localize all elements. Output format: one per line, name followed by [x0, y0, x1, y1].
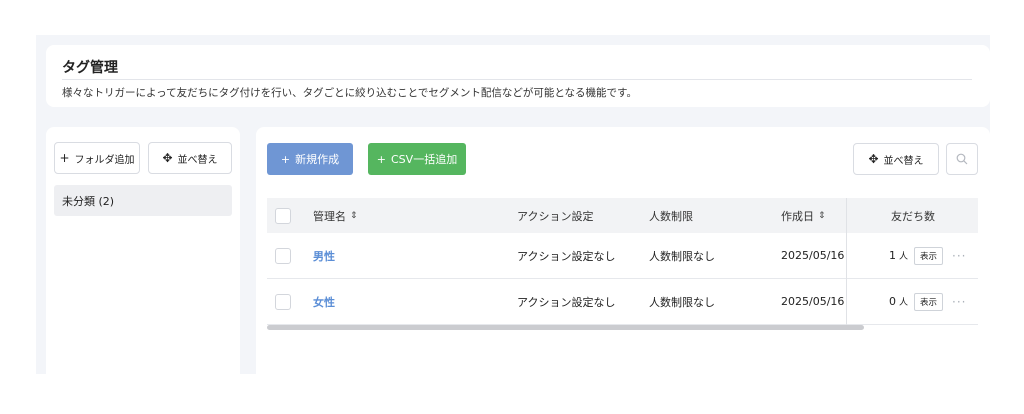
- plus-icon: +: [280, 152, 291, 166]
- app-shell: タグ管理 様々なトリガーによって友だちにタグ付けを行い、タグごとに絞り込むことで…: [36, 35, 990, 374]
- move-icon: ✥: [162, 151, 173, 165]
- tag-name-link[interactable]: 男性: [313, 233, 335, 278]
- search-icon: [956, 153, 968, 165]
- csv-bulk-add-label: CSV一括追加: [391, 153, 458, 166]
- plus-icon: +: [59, 151, 70, 165]
- friend-count-unit: 人: [899, 252, 909, 262]
- more-options-icon[interactable]: ···: [952, 295, 966, 309]
- sidebar-sort-button[interactable]: ✥ 並べ替え: [148, 142, 232, 174]
- column-header-name[interactable]: 管理名 ⇕: [313, 198, 358, 233]
- folder-item-uncategorized[interactable]: 未分類 (2): [54, 185, 232, 216]
- column-header-friends: 友だち数: [891, 209, 935, 223]
- limit-cell: 人数制限なし: [649, 249, 715, 263]
- row-checkbox[interactable]: [275, 293, 291, 310]
- page-title: タグ管理: [62, 60, 118, 76]
- column-header-name-label: 管理名: [313, 209, 346, 223]
- view-friends-button[interactable]: 表示: [914, 292, 944, 311]
- csv-bulk-add-button[interactable]: + CSV一括追加: [368, 143, 466, 175]
- header-checkbox-cell: [275, 198, 291, 233]
- new-tag-button[interactable]: + 新規作成: [267, 143, 353, 175]
- friend-count-cell: 1 人 表示 ···: [889, 233, 966, 278]
- column-header-action: アクション設定: [517, 209, 594, 223]
- add-folder-button[interactable]: + フォルダ追加: [54, 142, 140, 174]
- tag-list-panel: + 新規作成 + CSV一括追加 ✥ 並べ替え 管理名 ⇕ アクション設定 人数…: [256, 127, 990, 374]
- row-checkbox-cell: [275, 233, 291, 278]
- horizontal-scrollbar[interactable]: [267, 325, 864, 330]
- folder-sidebar: + フォルダ追加 ✥ 並べ替え 未分類 (2): [46, 127, 240, 374]
- friend-count-unit: 人: [899, 298, 909, 308]
- table-sort-button[interactable]: ✥ 並べ替え: [853, 143, 939, 175]
- header-divider: [62, 79, 972, 80]
- row-checkbox-cell: [275, 279, 291, 324]
- move-icon: ✥: [868, 152, 879, 166]
- action-setting-cell: アクション設定なし: [517, 295, 616, 309]
- created-date-cell: 2025/05/16: [781, 295, 845, 308]
- action-setting-cell: アクション設定なし: [517, 249, 616, 263]
- row-checkbox[interactable]: [275, 247, 291, 264]
- friend-count: 1: [889, 249, 896, 262]
- friend-count-cell: 0 人 表示 ···: [889, 279, 966, 324]
- sticky-column-divider: [846, 198, 847, 326]
- column-header-created-label: 作成日: [781, 209, 814, 223]
- sort-icon: ⇕: [350, 210, 358, 221]
- tag-name-link[interactable]: 女性: [313, 279, 335, 324]
- limit-cell: 人数制限なし: [649, 295, 715, 309]
- select-all-checkbox[interactable]: [275, 207, 291, 224]
- table-row: 男性 アクション設定なし 人数制限なし 2025/05/16 1 人 表示 ··…: [267, 233, 978, 279]
- new-tag-label: 新規作成: [295, 153, 340, 166]
- column-header-limit: 人数制限: [649, 209, 693, 223]
- sort-icon: ⇕: [818, 210, 826, 221]
- more-options-icon[interactable]: ···: [952, 249, 966, 263]
- friend-count: 0: [889, 295, 896, 308]
- column-header-created[interactable]: 作成日 ⇕: [781, 198, 826, 233]
- table-row: 女性 アクション設定なし 人数制限なし 2025/05/16 0 人 表示 ··…: [267, 279, 978, 325]
- page-description: 様々なトリガーによって友だちにタグ付けを行い、タグごとに絞り込むことでセグメント…: [62, 87, 637, 99]
- sidebar-sort-label: 並べ替え: [177, 154, 218, 166]
- search-button[interactable]: [946, 143, 978, 175]
- created-date-cell: 2025/05/16: [781, 249, 845, 262]
- add-folder-label: フォルダ追加: [74, 154, 135, 166]
- view-friends-button[interactable]: 表示: [914, 246, 944, 265]
- plus-icon: +: [376, 152, 386, 166]
- table-sort-label: 並べ替え: [883, 155, 924, 167]
- table-header: 管理名 ⇕ アクション設定 人数制限 作成日 ⇕ 友だち数: [267, 198, 978, 233]
- page-header: タグ管理 様々なトリガーによって友だちにタグ付けを行い、タグごとに絞り込むことで…: [46, 45, 990, 107]
